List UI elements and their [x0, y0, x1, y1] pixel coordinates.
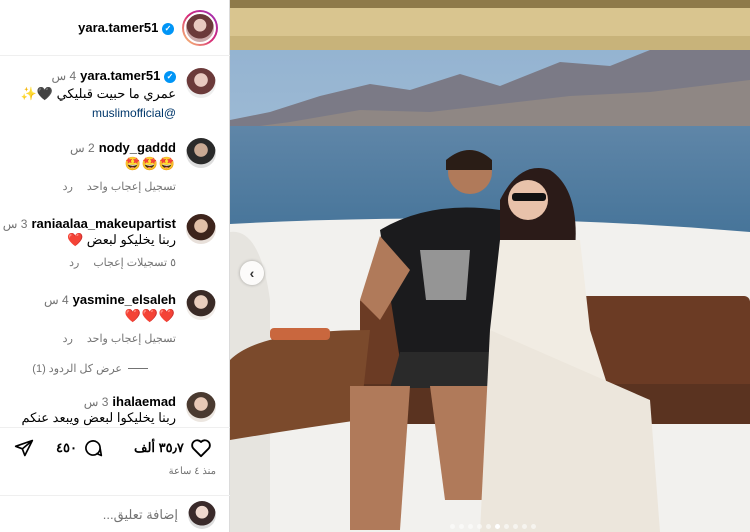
- comment-likes-count[interactable]: تسجيل إعجاب واحد: [87, 180, 176, 193]
- comments-count: ٤٥٠: [56, 440, 77, 455]
- comment-item: ihalaemad 3 س ربنا يخليكوا لبعض ويبعد عن…: [0, 390, 230, 426]
- comment-text: 🤩🤩🤩: [124, 156, 176, 171]
- comment-text: ربنا يخليكوا لبعض ويبعد عنكم: [21, 410, 176, 425]
- replies-divider: [128, 368, 148, 369]
- slide-dot: [513, 524, 518, 529]
- reply-button[interactable]: رد: [69, 256, 79, 269]
- post-photo[interactable]: ‹: [230, 0, 750, 532]
- comment-item: yasmine_elsaleh 4 س ❤️❤️❤️ تسجيل إعجاب و…: [0, 288, 230, 348]
- comments-list[interactable]: yara.tamer51 ✓ 4 س عمري ما حبيت قبليكي 🖤…: [0, 56, 230, 426]
- commenter-username[interactable]: ihalaemad: [112, 394, 176, 409]
- caption-emoji: 🖤✨: [20, 86, 53, 101]
- comment-likes-count[interactable]: تسجيل إعجاب واحد: [87, 332, 176, 345]
- current-user-avatar: [188, 500, 216, 529]
- verified-badge-icon: ✓: [162, 22, 174, 35]
- comment-emoji: ❤️: [66, 232, 84, 247]
- comment-text: ❤️❤️❤️: [124, 308, 176, 323]
- heart-icon: [191, 439, 211, 458]
- commenter-avatar[interactable]: [186, 290, 216, 320]
- slide-dot: [495, 524, 500, 529]
- comment-time: 3 س: [2, 216, 28, 231]
- caption-username-text[interactable]: yara.tamer51: [80, 68, 160, 83]
- verified-badge-icon: ✓: [164, 70, 176, 83]
- comments-panel: yara.tamer51 ✓ yara.tamer51 ✓ 4 س عمري م…: [0, 0, 230, 532]
- slide-dot: [504, 524, 509, 529]
- instagram-post-view: ‹ yara.tamer51 ✓ yara.tamer51 ✓ 4 س عمري…: [0, 0, 750, 532]
- reply-button[interactable]: رد: [63, 332, 73, 345]
- post-header: yara.tamer51 ✓: [0, 0, 230, 56]
- comments-count-button[interactable]: ٤٥٠: [56, 438, 103, 458]
- send-icon: [14, 439, 34, 457]
- caption-item: yara.tamer51 ✓ 4 س عمري ما حبيت قبليكي 🖤…: [0, 64, 230, 124]
- slide-dot: [450, 524, 455, 529]
- author-avatar[interactable]: [182, 9, 218, 46]
- author-username-text[interactable]: yara.tamer51: [78, 20, 158, 35]
- comment-time: 4 س: [43, 292, 69, 307]
- likes-count: ٣٥٫٧ ألف: [134, 440, 184, 455]
- comment-time: 3 س: [83, 394, 109, 409]
- author-username[interactable]: yara.tamer51 ✓: [78, 20, 174, 35]
- comment-item: nody_gaddd 2 س 🤩🤩🤩 تسجيل إعجاب واحد رد: [0, 136, 230, 196]
- commenter-username[interactable]: yasmine_elsaleh: [73, 292, 176, 307]
- caption-mention-link[interactable]: @muslimofficial: [92, 106, 176, 120]
- slide-indicator: [450, 524, 536, 529]
- comment-time: 2 س: [70, 140, 95, 155]
- caption-text: عمري ما حبيت قبليكي: [56, 86, 176, 101]
- comment-icon: [85, 440, 103, 457]
- like-button[interactable]: ٣٥٫٧ ألف: [134, 438, 212, 458]
- post-footer: ٤٥٠ ٣٥٫٧ ألف منذ ٤ ساعة إضافة تعليق...: [0, 427, 230, 532]
- comment-likes-count[interactable]: ٥ تسجيلات إعجاب: [93, 256, 176, 269]
- caption-author-username[interactable]: yara.tamer51 ✓: [80, 68, 176, 83]
- commenter-avatar[interactable]: [186, 214, 216, 244]
- slide-dot: [468, 524, 473, 529]
- comment-item: raniaalaa_makeupartist 3 س ربنا يخليكو ل…: [0, 212, 230, 272]
- commenter-username[interactable]: nody_gaddd: [99, 140, 176, 155]
- slide-dot: [459, 524, 464, 529]
- slide-dot: [477, 524, 482, 529]
- slide-dot: [531, 524, 536, 529]
- caption-author-avatar[interactable]: [186, 68, 216, 98]
- commenter-avatar[interactable]: [186, 138, 216, 168]
- slide-dot: [486, 524, 491, 529]
- caption-time: 4 س: [51, 68, 77, 83]
- comment-text: ربنا يخليكو لبعض: [86, 232, 176, 247]
- share-button[interactable]: [14, 438, 34, 458]
- add-comment-bar[interactable]: إضافة تعليق...: [0, 495, 230, 532]
- slide-dot: [522, 524, 527, 529]
- add-comment-input[interactable]: إضافة تعليق...: [103, 507, 178, 523]
- commenter-username[interactable]: raniaalaa_makeupartist: [31, 216, 176, 231]
- photo-scene: [230, 0, 750, 532]
- previous-slide-button[interactable]: ‹: [240, 261, 264, 285]
- posted-time: منذ ٤ ساعة: [168, 466, 216, 477]
- reply-button[interactable]: رد: [63, 180, 73, 193]
- action-bar: ٤٥٠ ٣٥٫٧ ألف: [0, 432, 230, 464]
- view-replies-label[interactable]: عرض كل الردود (1): [32, 362, 122, 375]
- commenter-avatar[interactable]: [186, 392, 216, 422]
- view-replies-button[interactable]: عرض كل الردود (1): [32, 362, 148, 375]
